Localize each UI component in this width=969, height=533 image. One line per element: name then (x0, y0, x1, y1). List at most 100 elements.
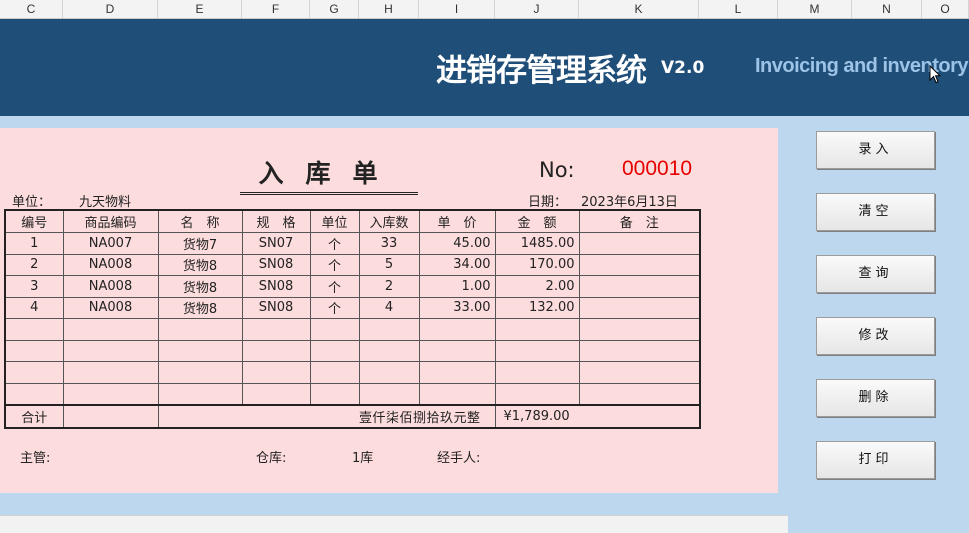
column-header-m[interactable]: M (778, 0, 852, 18)
cell-name[interactable]: 货物8 (157, 253, 243, 276)
empty-cell[interactable] (4, 339, 64, 362)
empty-cell[interactable] (418, 339, 496, 362)
cell-name[interactable]: 货物7 (157, 232, 243, 255)
cell-spec[interactable]: SN07 (241, 232, 311, 255)
cell-note[interactable] (578, 296, 701, 319)
empty-cell[interactable] (578, 339, 701, 362)
column-header-h[interactable]: H (359, 0, 419, 18)
empty-cell[interactable] (157, 318, 243, 341)
column-header-n[interactable]: N (852, 0, 922, 18)
empty-cell[interactable] (578, 361, 701, 384)
empty-cell[interactable] (309, 339, 360, 362)
cell-no[interactable]: 1 (4, 232, 64, 255)
cell-spec[interactable]: SN08 (241, 253, 311, 276)
empty-cell[interactable] (241, 339, 311, 362)
cell-price[interactable]: 45.00 (418, 232, 496, 255)
empty-cell[interactable] (62, 404, 159, 428)
empty-cell[interactable] (4, 318, 64, 341)
column-header-d[interactable]: D (63, 0, 158, 18)
empty-cell[interactable] (241, 318, 311, 341)
cell-note[interactable] (578, 275, 701, 298)
cell-qty[interactable]: 5 (358, 253, 420, 276)
cell-unit[interactable]: 个 (309, 296, 360, 319)
column-header-i[interactable]: I (419, 0, 495, 18)
cell-no[interactable]: 3 (4, 275, 64, 298)
cell-unit[interactable]: 个 (309, 253, 360, 276)
cell-amount[interactable]: 132.00 (494, 296, 580, 319)
query-button[interactable]: 查询 (816, 255, 935, 293)
empty-cell[interactable] (418, 318, 496, 341)
empty-cell[interactable] (62, 339, 159, 362)
delete-button[interactable]: 删除 (816, 379, 935, 417)
header-name: 名 称 (157, 209, 243, 233)
column-header-o[interactable]: O (922, 0, 969, 18)
date-value[interactable]: 2023年6月13日 (581, 191, 678, 210)
total-amount: ¥1,789.00 (494, 404, 701, 428)
empty-cell[interactable] (309, 382, 360, 406)
app-version: V2.0 (661, 58, 705, 78)
cell-code[interactable]: NA007 (62, 232, 159, 255)
cell-spec[interactable]: SN08 (241, 275, 311, 298)
empty-cell[interactable] (241, 361, 311, 384)
empty-cell[interactable] (578, 318, 701, 341)
cell-no[interactable]: 4 (4, 296, 64, 319)
empty-cell[interactable] (578, 382, 701, 406)
empty-cell[interactable] (62, 382, 159, 406)
cell-amount[interactable]: 2.00 (494, 275, 580, 298)
empty-cell[interactable] (157, 361, 243, 384)
cell-note[interactable] (578, 232, 701, 255)
empty-cell[interactable] (62, 361, 159, 384)
column-header-e[interactable]: E (158, 0, 242, 18)
cell-no[interactable]: 2 (4, 253, 64, 276)
doc-number-value[interactable]: 000010 (622, 157, 692, 181)
empty-cell[interactable] (309, 318, 360, 341)
empty-cell[interactable] (309, 361, 360, 384)
column-header-l[interactable]: L (699, 0, 778, 18)
empty-cell[interactable] (4, 361, 64, 384)
cell-name[interactable]: 货物8 (157, 296, 243, 319)
empty-cell[interactable] (157, 339, 243, 362)
cell-qty[interactable]: 4 (358, 296, 420, 319)
supplier-value[interactable]: 九天物料 (79, 191, 131, 210)
cell-price[interactable]: 34.00 (418, 253, 496, 276)
empty-cell[interactable] (358, 318, 420, 341)
cell-code[interactable]: NA008 (62, 275, 159, 298)
empty-cell[interactable] (494, 361, 580, 384)
cell-unit[interactable]: 个 (309, 275, 360, 298)
clear-button[interactable]: 清空 (816, 193, 935, 231)
empty-cell[interactable] (418, 382, 496, 406)
column-header-f[interactable]: F (242, 0, 310, 18)
empty-cell[interactable] (418, 361, 496, 384)
column-header-k[interactable]: K (579, 0, 699, 18)
empty-cell[interactable] (157, 382, 243, 406)
cell-qty[interactable]: 33 (358, 232, 420, 255)
column-header-j[interactable]: J (495, 0, 579, 18)
cell-note[interactable] (578, 253, 701, 276)
empty-cell[interactable] (241, 382, 311, 406)
empty-cell[interactable] (62, 318, 159, 341)
warehouse-value[interactable]: 1库 (352, 447, 373, 466)
empty-cell[interactable] (494, 318, 580, 341)
empty-cell[interactable] (494, 339, 580, 362)
horizontal-scrollbar[interactable] (0, 515, 788, 533)
cell-price[interactable]: 33.00 (418, 296, 496, 319)
cell-code[interactable]: NA008 (62, 253, 159, 276)
column-header-g[interactable]: G (310, 0, 359, 18)
modify-button[interactable]: 修改 (816, 317, 935, 355)
empty-cell[interactable] (358, 382, 420, 406)
cell-amount[interactable]: 170.00 (494, 253, 580, 276)
empty-cell[interactable] (494, 382, 580, 406)
cell-code[interactable]: NA008 (62, 296, 159, 319)
column-header-c[interactable]: C (0, 0, 63, 18)
empty-cell[interactable] (4, 382, 64, 406)
print-button[interactable]: 打印 (816, 441, 935, 479)
cell-price[interactable]: 1.00 (418, 275, 496, 298)
cell-spec[interactable]: SN08 (241, 296, 311, 319)
cell-unit[interactable]: 个 (309, 232, 360, 255)
empty-cell[interactable] (358, 339, 420, 362)
cell-name[interactable]: 货物8 (157, 275, 243, 298)
empty-cell[interactable] (358, 361, 420, 384)
cell-amount[interactable]: 1485.00 (494, 232, 580, 255)
entry-button[interactable]: 录入 (816, 131, 935, 169)
cell-qty[interactable]: 2 (358, 275, 420, 298)
